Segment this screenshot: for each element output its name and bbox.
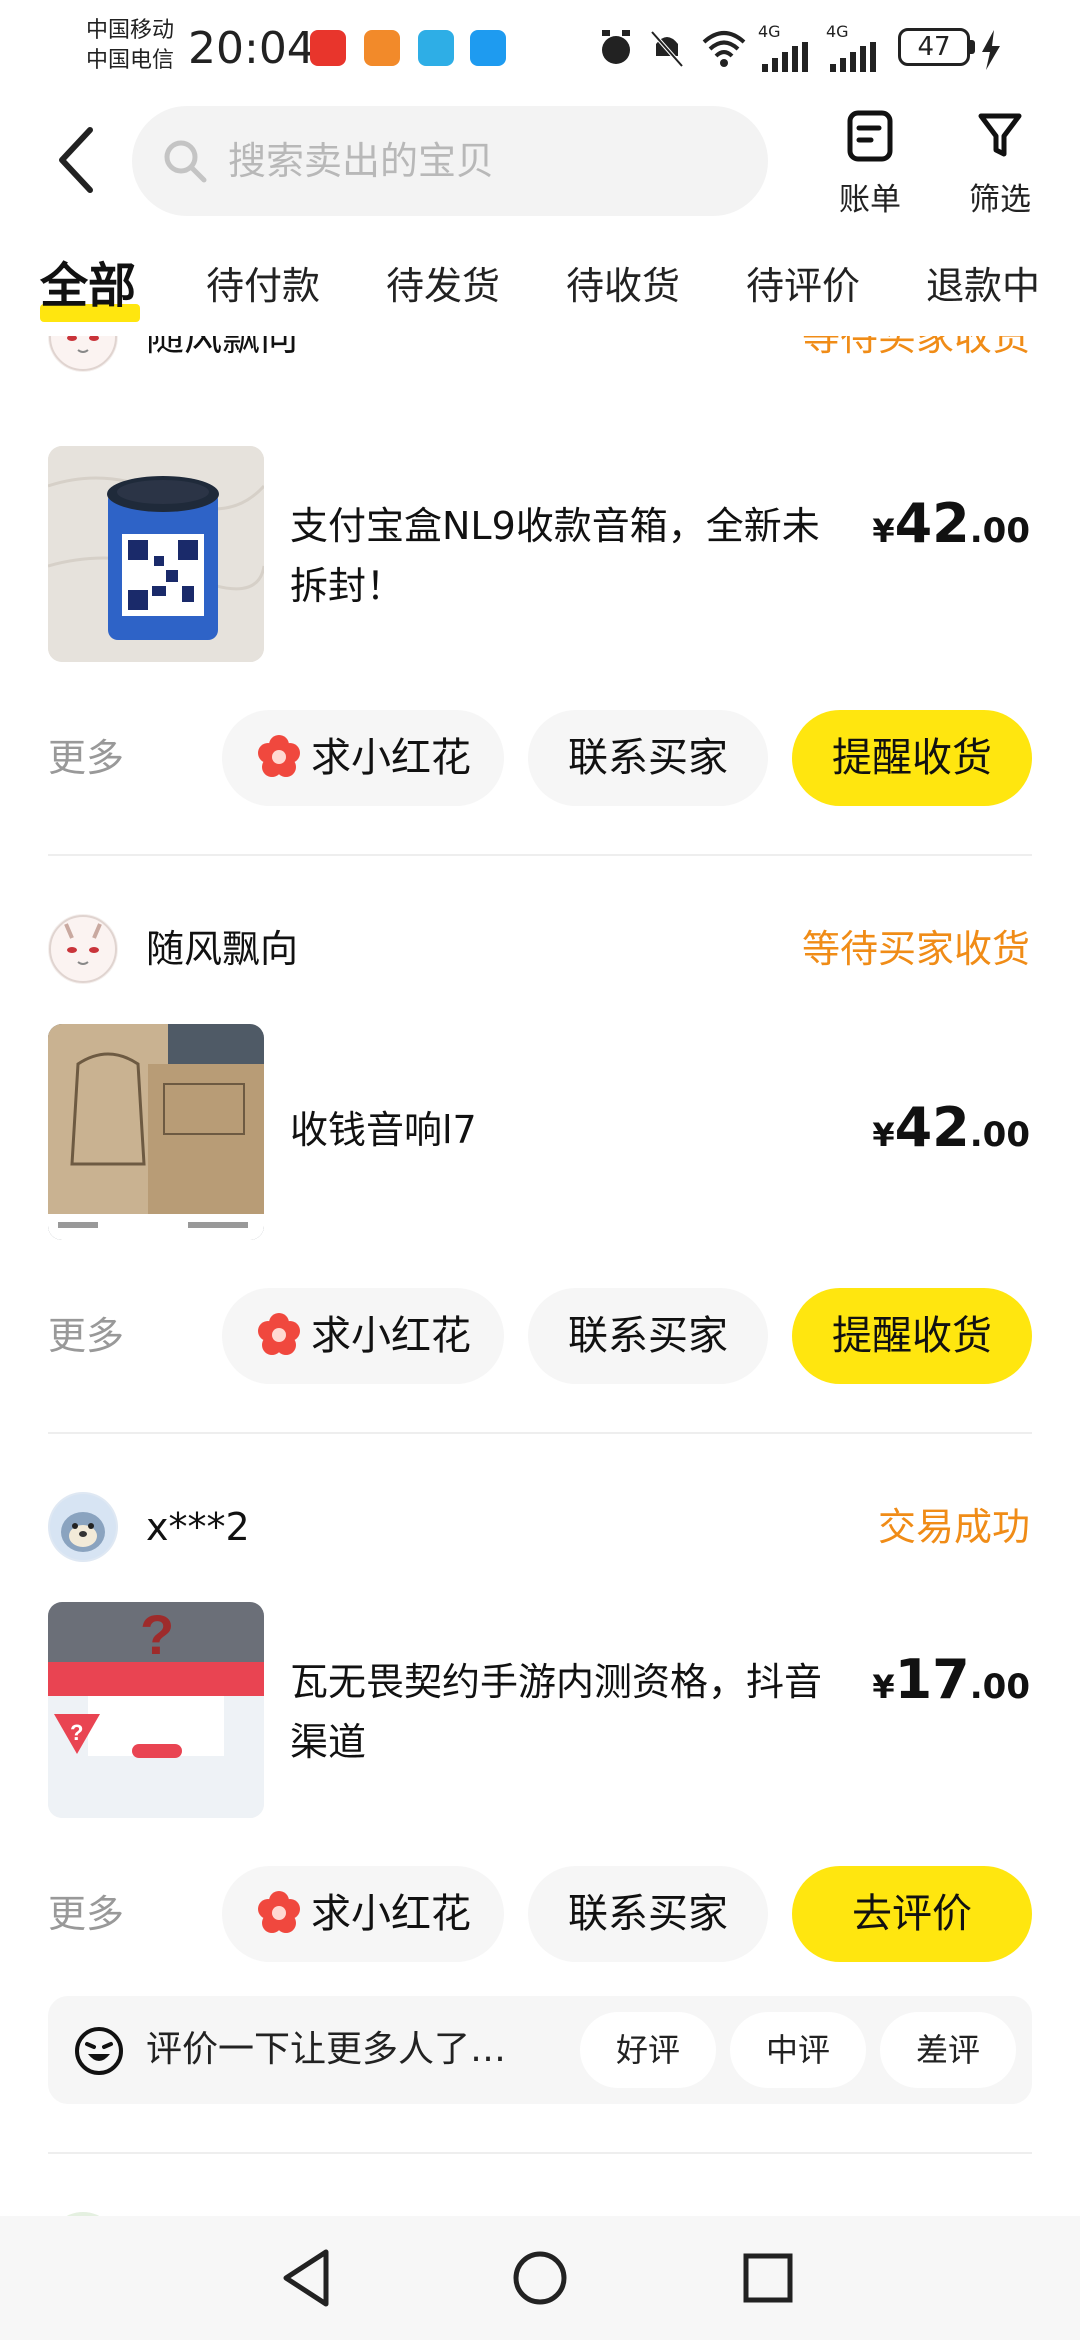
bill-icon bbox=[847, 110, 893, 162]
positive-review-chip[interactable]: 好评 bbox=[580, 2012, 716, 2088]
contact-buyer-button[interactable]: 联系买家 bbox=[528, 710, 768, 806]
more-button[interactable]: 更多 bbox=[48, 710, 124, 806]
reader-app-icon bbox=[364, 30, 400, 66]
battery-indicator: 47 bbox=[898, 28, 970, 66]
product-price: ¥42.00 bbox=[872, 492, 1030, 555]
carrier-labels: 中国移动 中国电信 bbox=[86, 16, 174, 76]
search-placeholder: 搜索卖出的宝贝 bbox=[228, 139, 495, 183]
tab-pending-review[interactable]: 待评价 bbox=[746, 246, 860, 326]
carrier-1: 中国移动 bbox=[86, 18, 175, 43]
weather-app-icon bbox=[418, 30, 454, 66]
write-review-button[interactable]: 去评价 bbox=[792, 1866, 1032, 1962]
price-currency: ¥ bbox=[872, 1116, 895, 1154]
order-status: 等待买家收货 bbox=[801, 336, 1030, 359]
price-integer: 42 bbox=[894, 1096, 970, 1159]
ask-flower-button[interactable]: 求小红花 bbox=[222, 1866, 504, 1962]
more-button[interactable]: 更多 bbox=[48, 1288, 124, 1384]
seller-avatar[interactable] bbox=[48, 336, 118, 372]
ask-flower-button[interactable]: 求小红花 bbox=[222, 710, 504, 806]
filter-label: 筛选 bbox=[969, 182, 1031, 218]
product-price: ¥42.00 bbox=[872, 1096, 1030, 1159]
nav-back-icon[interactable] bbox=[268, 2238, 348, 2318]
price-integer: 17 bbox=[894, 1648, 970, 1711]
mute-icon bbox=[650, 30, 684, 68]
nav-home-icon[interactable] bbox=[500, 2238, 580, 2318]
signal-icon bbox=[762, 42, 808, 72]
product-title[interactable]: 瓦无畏契约手游内测资格，抖音渠道 bbox=[290, 1652, 850, 1772]
order-status: 等待买家收货 bbox=[801, 927, 1030, 971]
contact-buyer-button[interactable]: 联系买家 bbox=[528, 1288, 768, 1384]
back-icon[interactable] bbox=[48, 120, 108, 200]
seller-avatar[interactable] bbox=[48, 914, 118, 984]
order-divider bbox=[48, 1432, 1032, 1434]
status-bar: 中国移动 中国电信 20:04 4G 4G 47 bbox=[0, 0, 1080, 100]
quick-review-panel: 评价一下让更多人了… 好评 中评 差评 bbox=[48, 1996, 1032, 2104]
smile-face-icon bbox=[75, 2027, 123, 2075]
ask-flower-label: 求小红花 bbox=[311, 735, 471, 781]
order-divider bbox=[48, 854, 1032, 856]
price-currency: ¥ bbox=[872, 1668, 895, 1706]
flower-icon bbox=[258, 1313, 300, 1355]
price-currency: ¥ bbox=[872, 512, 895, 550]
ask-flower-label: 求小红花 bbox=[311, 1313, 471, 1359]
price-decimal: .00 bbox=[969, 511, 1030, 551]
seller-name[interactable]: 随风飘向 bbox=[146, 336, 298, 372]
system-navigation-bar bbox=[0, 2216, 1080, 2340]
product-thumbnail[interactable] bbox=[48, 1024, 264, 1240]
signal-icon-2 bbox=[830, 42, 876, 72]
bill-button[interactable]: 账单 bbox=[820, 110, 920, 220]
contact-buyer-button[interactable]: 联系买家 bbox=[528, 1866, 768, 1962]
ask-flower-label: 求小红花 bbox=[311, 1891, 471, 1937]
search-icon bbox=[164, 140, 207, 183]
remind-receipt-button[interactable]: 提醒收货 bbox=[792, 710, 1032, 806]
flower-icon bbox=[258, 1891, 300, 1933]
product-thumbnail[interactable]: ? ? bbox=[48, 1602, 264, 1818]
carrier-2: 中国电信 bbox=[86, 48, 175, 73]
tab-pending-receipt[interactable]: 待收货 bbox=[566, 246, 680, 326]
negative-review-chip[interactable]: 差评 bbox=[880, 2012, 1016, 2088]
tab-pending-payment[interactable]: 待付款 bbox=[206, 246, 320, 326]
filter-button[interactable]: 筛选 bbox=[950, 110, 1050, 220]
price-decimal: .00 bbox=[969, 1667, 1030, 1707]
neutral-review-chip[interactable]: 中评 bbox=[730, 2012, 866, 2088]
order-list: 随风飘向 等待买家收货 支付宝盒NL9收款音箱，全新未拆封！ ¥42.00 更多 bbox=[0, 336, 1080, 2216]
order-status: 交易成功 bbox=[877, 1505, 1030, 1549]
clock: 20:04 bbox=[188, 23, 315, 74]
product-price: ¥17.00 bbox=[872, 1648, 1030, 1711]
remind-receipt-button[interactable]: 提醒收货 bbox=[792, 1288, 1032, 1384]
price-decimal: .00 bbox=[969, 1115, 1030, 1155]
product-title[interactable]: 支付宝盒NL9收款音箱，全新未拆封！ bbox=[290, 496, 850, 616]
seller-avatar[interactable] bbox=[48, 1492, 118, 1562]
tab-refunding[interactable]: 退款中 bbox=[926, 246, 1040, 326]
bill-label: 账单 bbox=[839, 182, 901, 218]
review-prompt: 评价一下让更多人了… bbox=[146, 2029, 507, 2070]
nav-recents-icon[interactable] bbox=[728, 2238, 808, 2318]
filter-icon bbox=[978, 113, 1022, 157]
wifi-icon bbox=[702, 31, 746, 67]
order-tabs: 全部 待付款 待发货 待收货 待评价 退款中 bbox=[0, 246, 1080, 336]
seller-name[interactable]: 随风飘向 bbox=[146, 914, 298, 984]
charging-icon bbox=[982, 30, 1000, 70]
battery-tip bbox=[970, 40, 975, 54]
flower-icon bbox=[258, 735, 300, 777]
product-title[interactable]: 收钱音响l7 bbox=[290, 1100, 850, 1160]
tab-all[interactable]: 全部 bbox=[40, 246, 136, 326]
seller-name[interactable]: x***2 bbox=[146, 1492, 250, 1562]
order-divider bbox=[48, 2152, 1032, 2154]
product-thumbnail[interactable] bbox=[48, 446, 264, 662]
news-app-icon bbox=[310, 30, 346, 66]
more-button[interactable]: 更多 bbox=[48, 1866, 124, 1962]
search-app-icon bbox=[470, 30, 506, 66]
search-input[interactable]: 搜索卖出的宝贝 bbox=[132, 106, 768, 216]
tab-pending-shipment[interactable]: 待发货 bbox=[386, 246, 500, 326]
ask-flower-button[interactable]: 求小红花 bbox=[222, 1288, 504, 1384]
svg-text:?: ? bbox=[140, 1603, 174, 1666]
svg-text:?: ? bbox=[70, 1720, 83, 1745]
price-integer: 42 bbox=[894, 492, 970, 555]
alarm-icon bbox=[602, 30, 630, 64]
